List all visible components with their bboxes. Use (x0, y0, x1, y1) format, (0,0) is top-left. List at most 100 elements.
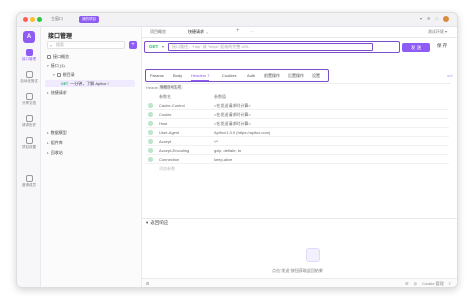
chevron-down-icon[interactable]: ▾ (162, 44, 164, 49)
code-icon[interactable]: </> (447, 73, 453, 78)
target-icon[interactable]: ◎ (414, 281, 418, 287)
project-badge[interactable]: 我的项目 (79, 16, 99, 23)
method-select[interactable]: GET (149, 44, 158, 49)
tab-cookies[interactable]: Cookies (222, 73, 236, 78)
tab-body[interactable]: Body (173, 73, 182, 78)
checkbox[interactable] (148, 139, 153, 144)
sidebar-item-root-folder[interactable]: ▾ 根目录 (53, 71, 75, 78)
tab-bar: 项目概览 快捷请求 × + ··· 测试环境 ▾ (142, 27, 457, 38)
tab-auth[interactable]: Auth (247, 73, 255, 78)
project-sidebar: 接口管理 ⌕ 搜索 + 接口概览 ▾ 接口 (1) ▾ 根目录 GET 一分钟，… (41, 27, 142, 287)
chevron-down-icon[interactable]: ▾ (47, 64, 49, 68)
home-tab[interactable]: 主窗口 (51, 16, 63, 22)
close-icon[interactable]: × (206, 30, 208, 35)
checkbox[interactable] (148, 103, 153, 108)
cookie-manager-link[interactable]: Cookie 管理 (422, 281, 444, 287)
tab-overview[interactable]: 项目概览 (150, 29, 166, 35)
table-row[interactable]: Accept-Encoding gzip, deflate, br (146, 146, 449, 155)
table-row[interactable]: Accept */* (146, 137, 449, 146)
tab-settings[interactable]: 设置 (312, 73, 320, 79)
tab-post-processors[interactable]: 后置操作 (288, 73, 304, 79)
sidebar-item-api-demo[interactable]: GET 一分钟，了解 Apifox ! (45, 80, 135, 87)
checkbox[interactable] (148, 112, 153, 117)
header-value: keep-alive (214, 157, 233, 162)
list-icon[interactable]: ☰ (405, 281, 409, 287)
header-value: <在发送请求时计算> (214, 112, 251, 117)
checkbox[interactable] (148, 130, 153, 135)
sidebar-item-label: 数据模型 (50, 129, 67, 135)
send-button[interactable]: 发 送 (402, 43, 430, 52)
more-icon[interactable]: ··· (250, 29, 254, 34)
request-url-bar: GET ▾ 接口路径，"http" 或 "https" 起始的完整 URL (144, 41, 400, 53)
table-row[interactable]: User-Agent Apifox/1.0.0 (https://apifox.… (146, 128, 449, 137)
rail-item-label: 自动化测试 (20, 79, 38, 83)
titlebar-actions: ▾ ⚙ □ (420, 16, 449, 22)
checkbox[interactable] (148, 148, 153, 153)
tab-label: 项目概览 (150, 29, 166, 34)
tab-quick-request[interactable]: 快捷请求 × (188, 29, 208, 35)
rail-item-label: 接口管理 (22, 57, 36, 61)
header-value: <在发送请求时计算> (214, 121, 251, 126)
checkbox[interactable] (148, 121, 153, 126)
tab-params[interactable]: Params (150, 73, 164, 78)
table-row[interactable]: Connection keep-alive (146, 155, 449, 164)
rail-item-invite[interactable]: 邀请成员 (17, 175, 41, 188)
empty-state-icon (306, 248, 320, 262)
tab-headers[interactable]: Headers 7 (191, 73, 210, 81)
maximize-window-button[interactable] (37, 17, 42, 22)
search-icon: ⌕ (50, 43, 53, 48)
chevron-down-icon[interactable]: ▾ (146, 220, 148, 226)
sidebar-item-overview[interactable]: 接口概览 (47, 53, 69, 60)
window-icon[interactable]: □ (436, 16, 438, 22)
header-value: */* (214, 139, 219, 144)
rail-item-automation[interactable]: 自动化测试 (17, 71, 41, 84)
folder-icon (56, 72, 61, 77)
dropdown-icon[interactable]: ▾ (420, 16, 422, 22)
response-empty-text: 点击"发送"按钮获取返回结果 (272, 268, 323, 273)
sidebar-item-components[interactable]: ▸ 组件库 (47, 139, 63, 146)
sidebar-item-data-models[interactable]: ▸ 数据模型 (47, 129, 67, 136)
add-parameter-input[interactable]: 添加参数 (159, 166, 175, 172)
header-value: <在发送请求时计算> (214, 103, 251, 108)
chevron-right-icon[interactable]: ▸ (47, 91, 49, 95)
request-subtabs: Params Body Headers 7 Cookies Auth 前置操作 … (145, 69, 329, 82)
layout-icon[interactable]: ⊞ (146, 281, 149, 286)
save-button[interactable]: 保 存 (437, 43, 447, 49)
sidebar-item-label: 快捷请求 (50, 89, 67, 95)
chevron-right-icon[interactable]: ▸ (47, 141, 49, 145)
chevron-right-icon[interactable]: ▸ (47, 151, 49, 155)
environment-select[interactable]: 测试环境 ▾ (428, 29, 447, 35)
menu-icon[interactable]: ≡ (449, 281, 451, 287)
rail-item-label: 请求历史 (22, 123, 36, 127)
header-key: Cache-Control (159, 103, 185, 108)
rail-item-share-docs[interactable]: 分享文档 (17, 93, 41, 106)
sidebar-item-apis[interactable]: ▾ 接口 (1) (47, 62, 65, 69)
rail-item-settings[interactable]: 项目设置 (17, 137, 41, 150)
search-placeholder: 搜索 (56, 42, 64, 47)
sidebar-item-quick-requests[interactable]: ▸ 快捷请求 (47, 89, 67, 96)
table-row[interactable]: Host <在发送请求时计算> (146, 119, 449, 128)
chevron-right-icon[interactable]: ▸ (47, 131, 49, 135)
tab-pre-processors[interactable]: 前置操作 (264, 73, 280, 79)
response-header[interactable]: ▾ 返回响应 (146, 220, 168, 226)
checkbox[interactable] (148, 157, 153, 162)
search-input[interactable]: ⌕ 搜索 (47, 41, 125, 49)
avatar[interactable] (443, 16, 449, 22)
minimize-window-button[interactable] (30, 17, 35, 22)
column-header-name: 参数名 (159, 94, 171, 99)
sidebar-item-trash[interactable]: ▸ 回收站 (47, 149, 63, 156)
new-tab-button[interactable]: + (236, 28, 240, 34)
table-row[interactable]: Cookie <在发送请求时计算> (146, 110, 449, 119)
close-window-button[interactable] (23, 17, 28, 22)
hide-auto-headers-toggle[interactable]: 隐藏自动生成 (158, 85, 183, 90)
rail-item-history[interactable]: 请求历史 (17, 115, 41, 128)
chevron-down-icon[interactable]: ▾ (53, 73, 55, 77)
rail-item-label: 项目设置 (22, 145, 36, 149)
rail-item-api-management[interactable]: 接口管理 (17, 49, 41, 62)
url-input[interactable]: 接口路径，"http" 或 "https" 起始的完整 URL (168, 43, 373, 51)
document-icon (25, 93, 33, 100)
table-row[interactable]: Cache-Control <在发送请求时计算> (146, 101, 449, 110)
divider (145, 83, 451, 84)
add-button[interactable]: + (129, 41, 137, 49)
gear-icon[interactable]: ⚙ (427, 16, 431, 22)
